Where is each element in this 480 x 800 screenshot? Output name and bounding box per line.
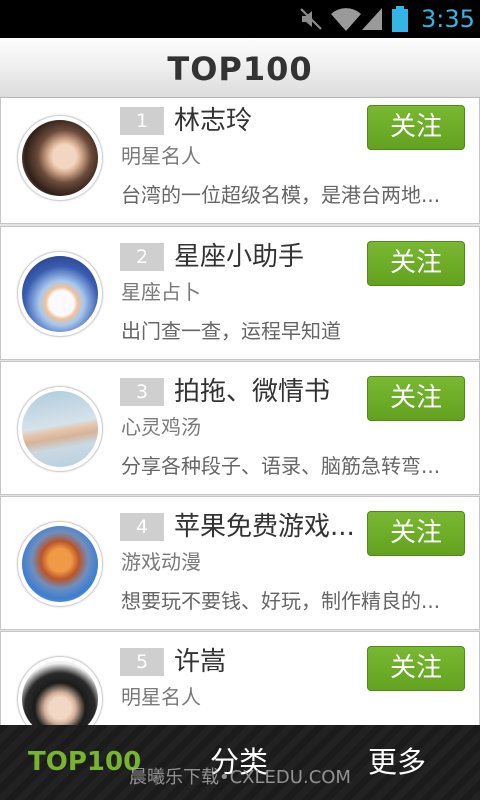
avatar-photo — [22, 120, 98, 196]
item-category: 明星名人 — [121, 685, 201, 709]
follow-button[interactable]: 关注 — [367, 511, 465, 556]
item-category: 星座占卜 — [121, 280, 201, 304]
follow-button[interactable]: 关注 — [367, 241, 465, 286]
title-bar: TOP100 — [0, 38, 480, 98]
status-time: 3:35 — [421, 5, 475, 33]
avatar — [17, 656, 103, 725]
rank-badge: 1 — [120, 107, 164, 135]
item-name: 星座小助手 — [174, 242, 305, 272]
item-description: 出门查一查，运程早知道 — [121, 319, 341, 343]
item-name: 苹果免费游戏... — [174, 512, 355, 542]
rank-badge: 2 — [120, 243, 164, 271]
battery-icon — [392, 6, 408, 32]
item-category: 明星名人 — [121, 144, 201, 168]
avatar — [17, 386, 103, 472]
item-description: 想要玩不要钱、好玩，制作精良的... — [121, 589, 441, 613]
follow-button[interactable]: 关注 — [367, 376, 465, 421]
avatar-photo — [22, 661, 98, 725]
watermark: 晨曦乐下载•CXLEDU.COM — [129, 767, 351, 788]
avatar — [17, 251, 103, 337]
item-description: 分享各种段子、语录、脑筋急转弯... — [121, 454, 441, 478]
muted-speaker-icon — [299, 7, 323, 31]
avatar — [17, 521, 103, 607]
item-name: 拍拖、微情书 — [174, 377, 331, 407]
list-item[interactable]: 4 苹果免费游戏... 游戏动漫 想要玩不要钱、好玩，制作精良的... 关注 — [0, 496, 480, 630]
avatar — [17, 115, 103, 201]
rank-badge: 5 — [120, 648, 164, 676]
avatar-photo — [22, 256, 98, 332]
item-name: 林志玲 — [174, 106, 253, 136]
avatar-photo — [22, 526, 98, 602]
follow-button[interactable]: 关注 — [367, 646, 465, 691]
item-name: 许嵩 — [174, 647, 227, 677]
item-category: 心灵鸡汤 — [121, 415, 201, 439]
signal-icon — [361, 7, 383, 31]
rank-badge: 4 — [120, 513, 164, 541]
rank-badge: 3 — [120, 378, 164, 406]
avatar-photo — [22, 391, 98, 467]
follow-button[interactable]: 关注 — [367, 105, 465, 150]
list-item[interactable]: 5 许嵩 明星名人 关注 — [0, 631, 480, 725]
wifi-icon — [330, 6, 362, 32]
list-item[interactable]: 3 拍拖、微情书 心灵鸡汤 分享各种段子、语录、脑筋急转弯... 关注 — [0, 361, 480, 495]
list-item[interactable]: 2 星座小助手 星座占卜 出门查一查，运程早知道 关注 — [0, 226, 480, 360]
list-item[interactable]: 1 林志玲 明星名人 台湾的一位超级名模，是港台两地... 关注 — [0, 90, 480, 224]
item-description: 台湾的一位超级名模，是港台两地... — [121, 183, 441, 207]
top100-list[interactable]: 1 林志玲 明星名人 台湾的一位超级名模，是港台两地... 关注 2 星座小助手… — [0, 0, 480, 725]
item-category: 游戏动漫 — [121, 550, 201, 574]
status-bar: 3:35 — [0, 0, 480, 38]
page-title: TOP100 — [167, 50, 313, 88]
